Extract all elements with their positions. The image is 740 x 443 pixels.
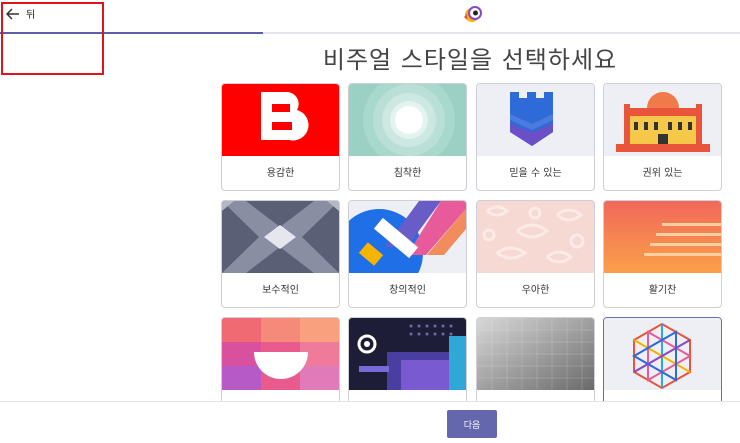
style-card-bold[interactable]: 용감한	[221, 83, 340, 191]
style-card-authoritative[interactable]: 권위 있는	[603, 83, 722, 191]
techy-style-image	[349, 318, 466, 390]
style-card-label: 용감한	[266, 168, 295, 179]
creative-style-image	[349, 201, 466, 273]
style-card-trustworthy[interactable]: 믿을 수 있는	[476, 83, 595, 191]
energetic-style-image	[604, 201, 721, 273]
elegant-style-image	[477, 201, 594, 273]
geometric-style-image	[604, 318, 721, 390]
style-card-minimal[interactable]	[476, 317, 595, 401]
calm-style-image	[349, 84, 466, 156]
style-card-label	[349, 391, 466, 401]
style-card-label: 믿을 수 있는	[509, 168, 562, 179]
style-card-label: 권위 있는	[642, 168, 683, 179]
style-card-energetic[interactable]: 활기찬	[603, 200, 722, 308]
progress-bar	[0, 32, 740, 34]
style-card-elegant[interactable]: 우아한	[476, 200, 595, 308]
highlight-box	[1, 2, 104, 75]
conservative-style-image	[222, 201, 339, 273]
next-button[interactable]: 다음	[447, 410, 497, 438]
style-card-label: 활기찬	[648, 285, 677, 296]
footer-bar	[0, 401, 740, 443]
style-card-playful[interactable]	[221, 317, 340, 401]
page-title: 비주얼 스타일을 선택하세요	[322, 46, 618, 74]
style-card-label	[604, 391, 721, 401]
style-card-label: 침착한	[393, 168, 422, 179]
top-bar: 뒤	[0, 0, 740, 32]
style-card-conservative[interactable]: 보수적인	[221, 200, 340, 308]
authoritative-style-image	[604, 84, 721, 156]
style-card-label: 보수적인	[262, 285, 299, 296]
app-logo-icon	[464, 6, 482, 22]
trustworthy-style-image	[477, 84, 594, 156]
bold-style-image	[222, 84, 339, 156]
style-card-label: 창의적인	[389, 285, 426, 296]
style-card-label	[477, 391, 594, 401]
style-card-geometric[interactable]	[603, 317, 722, 401]
style-card-calm[interactable]: 침착한	[348, 83, 467, 191]
style-card-techy[interactable]	[348, 317, 467, 401]
playful-style-image	[222, 318, 339, 390]
minimal-style-image	[477, 318, 594, 390]
style-card-creative[interactable]: 창의적인	[348, 200, 467, 308]
style-card-label: 우아한	[521, 285, 550, 296]
style-card-label	[222, 391, 339, 401]
style-grid: 용감한 침착한 믿을 수 있는 권위 있는 보수적인 창의적인 우아한 활기찬	[221, 83, 724, 401]
